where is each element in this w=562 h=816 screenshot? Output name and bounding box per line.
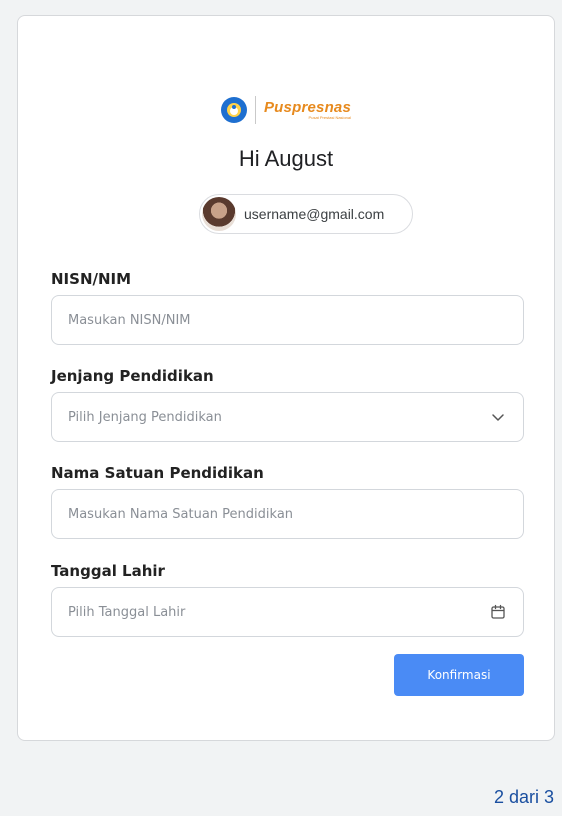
page: Puspresnas Pusat Prestasi Nasional Hi Au… xyxy=(0,0,562,816)
tanggal-input[interactable]: Pilih Tanggal Lahir xyxy=(51,587,524,637)
puspresnas-logo: Puspresnas Pusat Prestasi Nasional xyxy=(264,100,351,120)
logo-wordmark: Puspresnas xyxy=(263,99,352,116)
satuan-placeholder: Masukan Nama Satuan Pendidikan xyxy=(68,506,294,522)
logo: Puspresnas Pusat Prestasi Nasional xyxy=(18,96,554,124)
confirm-button[interactable]: Konfirmasi xyxy=(394,654,524,696)
chevron-down-icon xyxy=(489,408,507,426)
tanggal-placeholder: Pilih Tanggal Lahir xyxy=(68,604,186,620)
page-indicator: 2 dari 3 xyxy=(493,787,554,807)
jenjang-label: Jenjang Pendidikan xyxy=(51,367,214,385)
account-email: username@gmail.com xyxy=(244,206,385,222)
avatar xyxy=(202,197,236,231)
logo-divider xyxy=(254,96,256,124)
nisn-placeholder: Masukan NISN/NIM xyxy=(68,312,191,328)
greeting-title: Hi August xyxy=(238,146,334,171)
jenjang-select[interactable]: Pilih Jenjang Pendidikan xyxy=(51,392,524,442)
account-chip[interactable]: username@gmail.com xyxy=(199,194,413,234)
tanggal-label: Tanggal Lahir xyxy=(51,562,165,580)
kemendikbud-emblem-icon xyxy=(220,97,247,123)
satuan-label: Nama Satuan Pendidikan xyxy=(51,464,264,482)
logo-subtitle: Pusat Prestasi Nasional xyxy=(308,115,352,120)
satuan-input[interactable]: Masukan Nama Satuan Pendidikan xyxy=(51,489,524,539)
jenjang-placeholder: Pilih Jenjang Pendidikan xyxy=(68,409,222,425)
nisn-label: NISN/NIM xyxy=(51,270,132,288)
calendar-icon[interactable] xyxy=(489,603,507,621)
nisn-input[interactable]: Masukan NISN/NIM xyxy=(51,295,524,345)
